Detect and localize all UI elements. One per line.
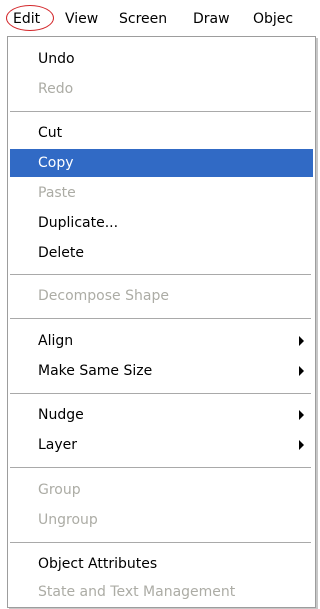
menu-item-layer[interactable]: Layer (10, 431, 313, 459)
menubar-item-edit[interactable]: Edit (6, 5, 58, 33)
menu-item-label: Nudge (38, 407, 84, 423)
menu-item-label: Layer (38, 437, 78, 453)
menu-item-align[interactable]: Align (10, 327, 313, 355)
menu-item-decompose-shape[interactable]: Decompose Shape (10, 282, 313, 310)
menu-item-ungroup[interactable]: Ungroup (10, 506, 313, 534)
menubar-item-object[interactable]: Objec (253, 9, 293, 29)
menu-item-label: Group (38, 482, 81, 498)
edit-dropdown-menu: Undo Redo Cut Copy Paste Duplicate... De… (7, 36, 316, 608)
menu-item-undo[interactable]: Undo (10, 45, 313, 73)
submenu-arrow-icon (299, 410, 304, 420)
menubar-item-draw[interactable]: Draw (193, 9, 230, 29)
menu-item-group[interactable]: Group (10, 476, 313, 504)
menu-item-label: Align (38, 333, 74, 349)
menu-item-paste[interactable]: Paste (10, 179, 313, 207)
menu-item-label: Paste (38, 185, 76, 201)
menu-separator (10, 393, 311, 394)
menu-bar: Edit View Screen Draw Objec (0, 0, 318, 38)
menu-item-redo[interactable]: Redo (10, 75, 313, 103)
menu-item-state-and-text-management[interactable]: State and Text Management (10, 578, 313, 606)
submenu-arrow-icon (299, 366, 304, 376)
menu-item-label: Object Attributes (38, 556, 158, 572)
menubar-item-edit-label: Edit (13, 11, 41, 27)
menu-separator (10, 542, 311, 543)
menubar-item-screen[interactable]: Screen (119, 9, 167, 29)
menu-separator (10, 111, 311, 112)
menu-item-label: Duplicate... (38, 215, 119, 231)
menu-item-copy[interactable]: Copy (10, 149, 313, 177)
menu-item-label: Delete (38, 245, 84, 261)
menu-item-label: Cut (38, 125, 63, 141)
submenu-arrow-icon (299, 336, 304, 346)
menu-item-label: Make Same Size (38, 363, 153, 379)
menu-item-object-attributes[interactable]: Object Attributes (10, 550, 313, 578)
menu-separator (10, 318, 311, 319)
menu-item-make-same-size[interactable]: Make Same Size (10, 357, 313, 385)
menu-item-label: Copy (38, 155, 74, 171)
menu-item-cut[interactable]: Cut (10, 119, 313, 147)
menu-item-nudge[interactable]: Nudge (10, 401, 313, 429)
menu-separator (10, 467, 311, 468)
menu-item-label: Undo (38, 51, 75, 67)
menu-item-label: State and Text Management (38, 584, 236, 600)
menu-item-label: Redo (38, 81, 74, 97)
menubar-item-view[interactable]: View (65, 9, 98, 29)
menu-item-duplicate[interactable]: Duplicate... (10, 209, 313, 237)
menu-item-delete[interactable]: Delete (10, 239, 313, 267)
menu-item-label: Decompose Shape (38, 288, 169, 304)
menu-item-label: Ungroup (38, 512, 98, 528)
submenu-arrow-icon (299, 440, 304, 450)
menu-separator (10, 274, 311, 275)
